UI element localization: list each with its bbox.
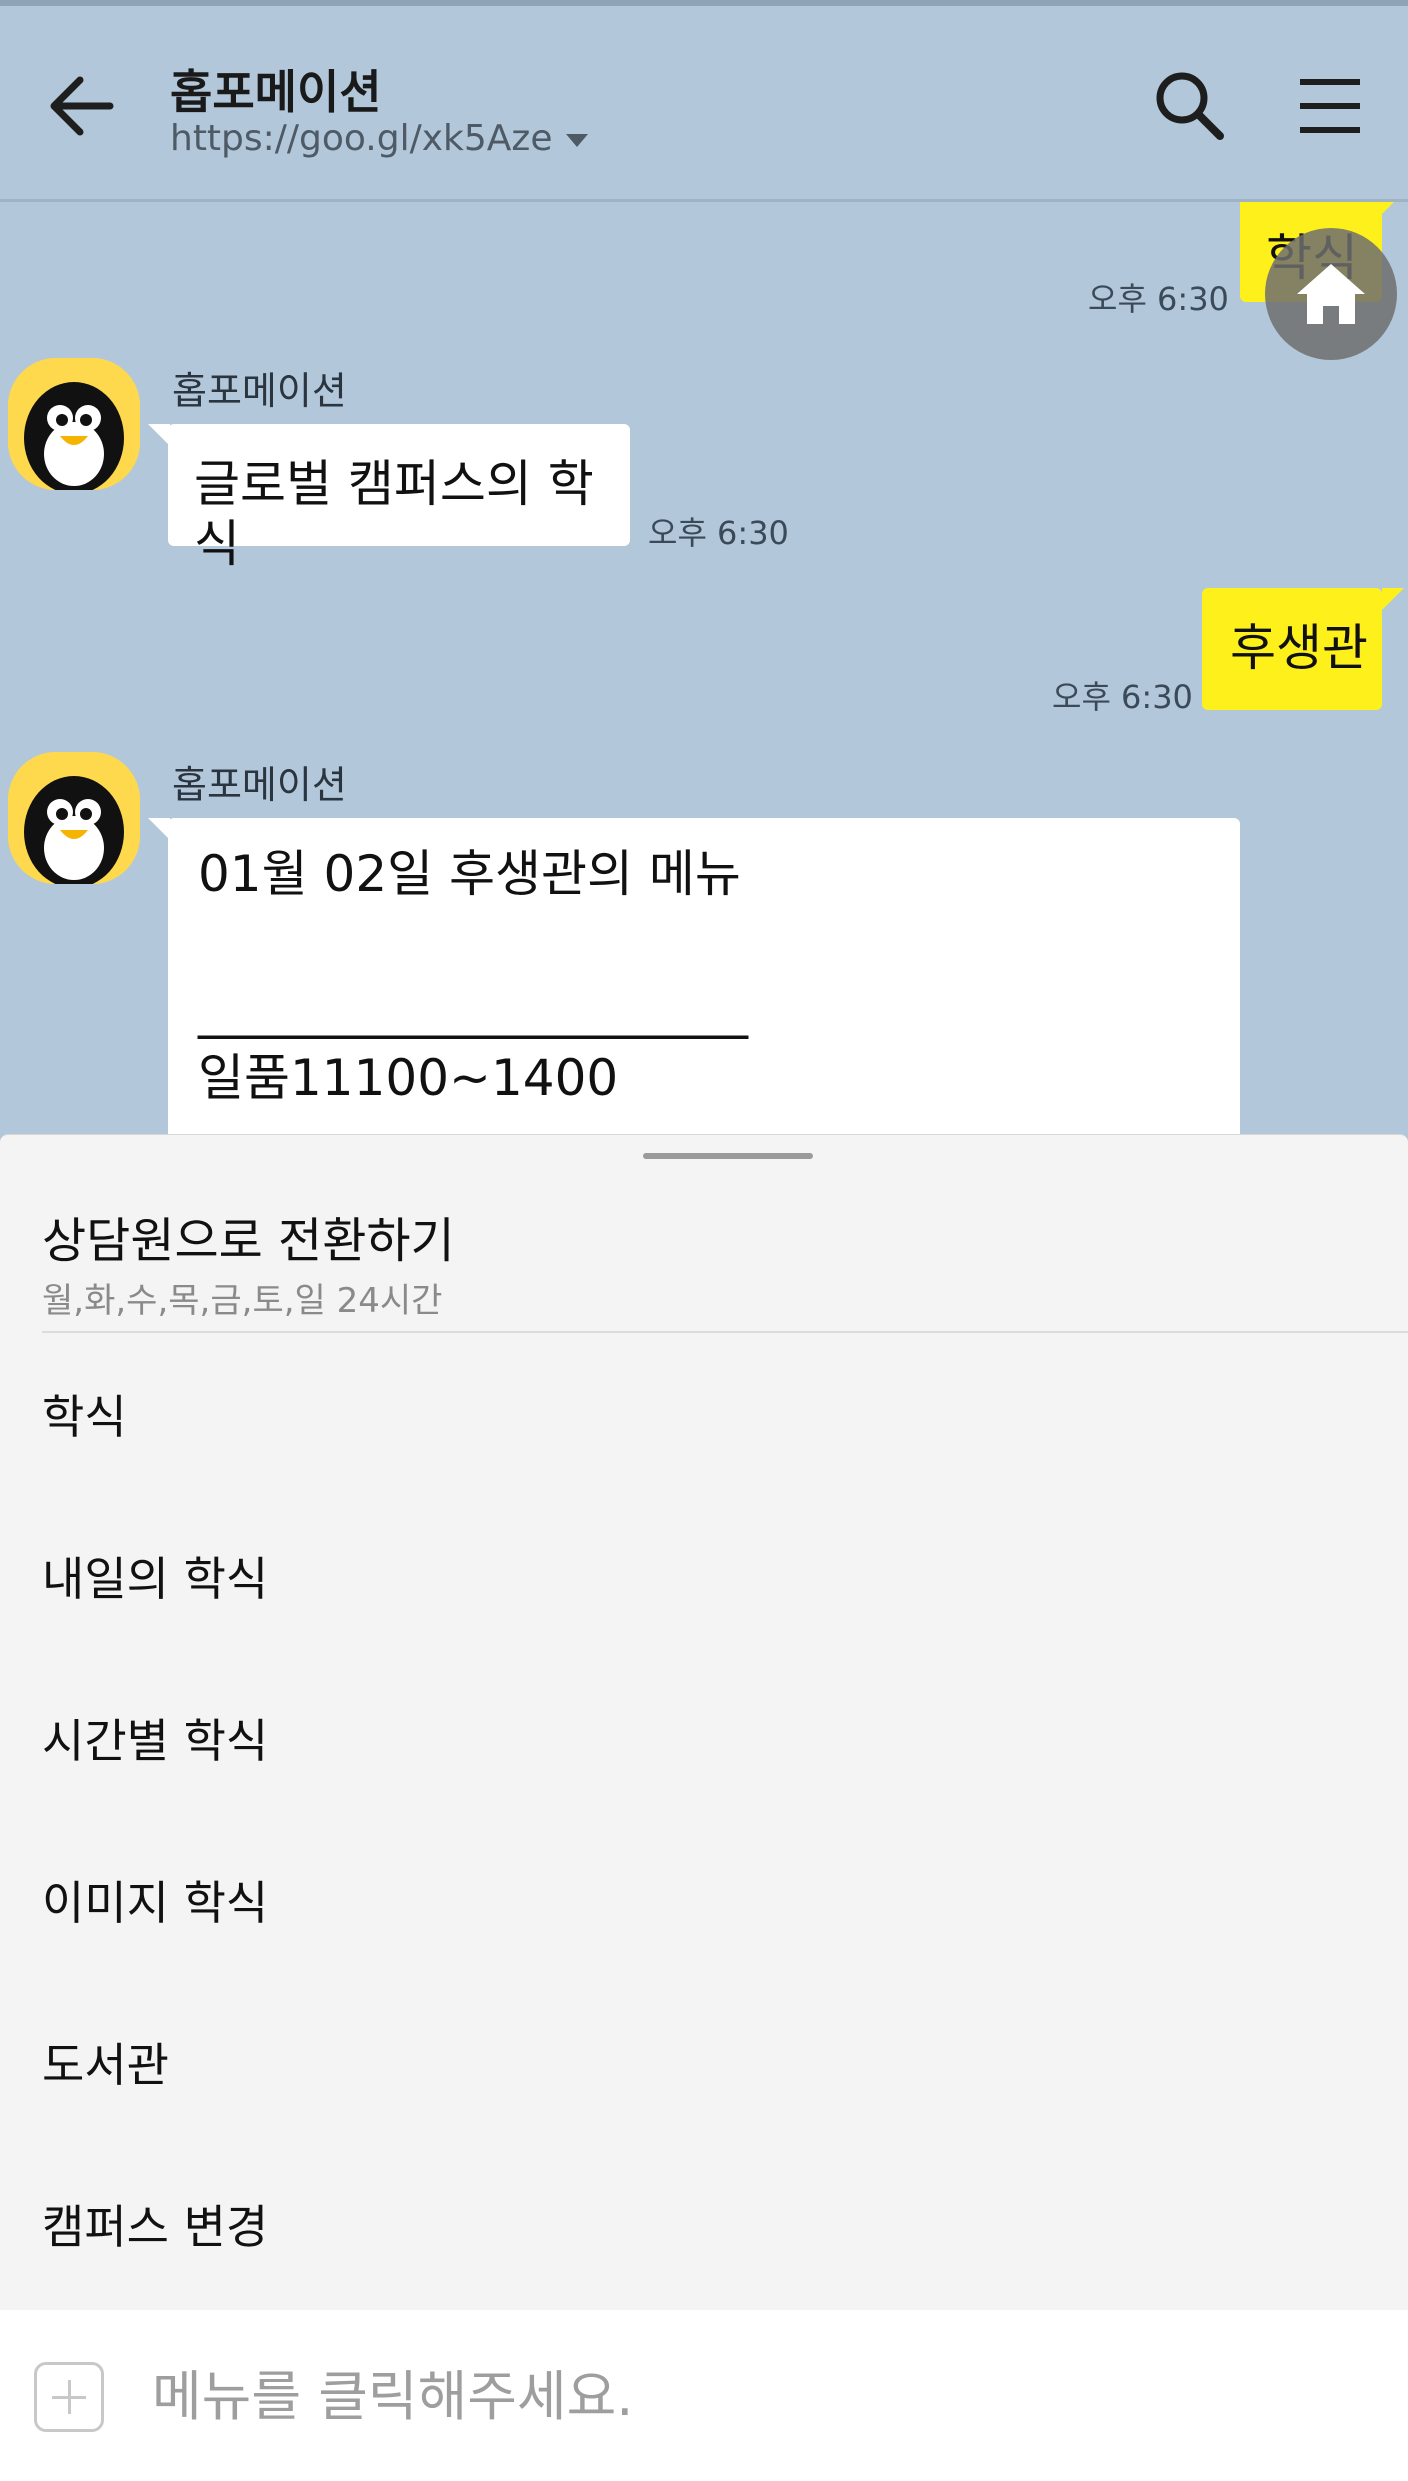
message-time: 오후 6:30	[1088, 280, 1229, 318]
message-line	[198, 908, 1240, 976]
chat-message-list[interactable]: 학식 오후 6:30 홉포메이션 글로벌 캠퍼스의 학식 오후 6:30 후생관…	[0, 202, 1408, 1134]
message-line: 01월 02일 후생관의 메뉴	[198, 845, 741, 903]
search-icon	[1156, 72, 1224, 140]
penguin-avatar-icon	[8, 752, 140, 884]
message-line: ______________________	[198, 981, 748, 1039]
penguin-avatar-icon	[8, 358, 140, 490]
bot-avatar[interactable]	[8, 358, 140, 490]
sender-name: 홉포메이션	[172, 763, 347, 807]
my-message-bubble[interactable]: 후생관	[1202, 588, 1382, 710]
agent-hours: 월,화,수,목,금,토,일 24시간	[42, 1281, 443, 1321]
quick-reply-sheet: 상담원으로 전환하기 월,화,수,목,금,토,일 24시간 학식 내일의 학식 …	[0, 1134, 1408, 2311]
sender-name: 홉포메이션	[172, 369, 347, 413]
chat-header: 홉포메이션 https://goo.gl/xk5Aze	[0, 0, 1408, 202]
message-time: 오후 6:30	[648, 514, 789, 552]
chat-title: 홉포메이션	[170, 65, 382, 119]
plus-icon[interactable]	[34, 2362, 104, 2432]
home-icon	[1297, 264, 1365, 324]
switch-to-agent-title[interactable]: 상담원으로 전환하기	[42, 1201, 455, 1271]
menu-item-change-campus[interactable]: 캠퍼스 변경	[42, 2177, 1342, 2277]
message-input[interactable]	[150, 2350, 1354, 2442]
divider	[42, 1331, 1408, 1333]
message-time: 오후 6:30	[1052, 678, 1193, 716]
message-input-bar	[0, 2310, 1408, 2481]
menu-item-meal[interactable]: 학식	[42, 1367, 1342, 1467]
chevron-down-icon	[566, 133, 589, 147]
chat-url[interactable]: https://goo.gl/xk5Aze	[170, 118, 589, 159]
back-arrow-icon	[50, 76, 114, 136]
menu-item-library[interactable]: 도서관	[42, 2015, 1342, 2115]
bubble-tail	[148, 818, 170, 840]
bubble-tail	[1382, 202, 1404, 214]
bot-message-bubble[interactable]: 01월 02일 후생관의 메뉴 ______________________ 일…	[168, 818, 1240, 1134]
bot-avatar[interactable]	[8, 752, 140, 884]
bot-message-bubble[interactable]: 글로벌 캠퍼스의 학식	[168, 424, 630, 573]
message-text: 후생관	[1230, 619, 1368, 677]
menu-item-meal-by-time[interactable]: 시간별 학식	[42, 1691, 1342, 1791]
sheet-drag-handle[interactable]	[643, 1153, 813, 1159]
message-line: 일품11100~1400	[198, 1049, 619, 1107]
message-text: 글로벌 캠퍼스의 학식	[194, 455, 594, 573]
chat-url-text: https://goo.gl/xk5Aze	[170, 118, 553, 159]
bubble-tail	[148, 424, 170, 446]
back-button[interactable]	[40, 56, 130, 156]
bubble-tail	[1382, 588, 1404, 610]
menu-button[interactable]	[1290, 66, 1370, 146]
menu-item-image-meal[interactable]: 이미지 학식	[42, 1853, 1342, 1953]
menu-item-tomorrow-meal[interactable]: 내일의 학식	[42, 1529, 1342, 1629]
home-button[interactable]	[1265, 228, 1397, 360]
hamburger-menu-icon	[1300, 79, 1360, 133]
search-button[interactable]	[1150, 66, 1230, 146]
